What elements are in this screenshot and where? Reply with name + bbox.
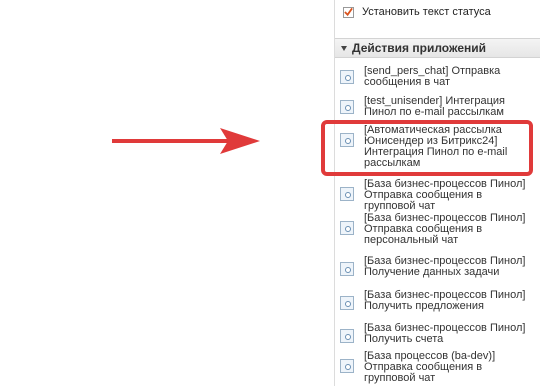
activity-item[interactable]: [test_unisender] Интеграция Пинол по e-m… [335,96,540,119]
activity-item[interactable]: [База бизнес-процессов Пинол] Получить п… [335,290,540,322]
set-status-checkbox[interactable] [343,6,354,18]
right-gutter [540,0,550,386]
section-title: Действия приложений [352,41,487,55]
activity-icon [340,296,354,310]
activity-item[interactable]: [База бизнес-процессов Пинол] Отправка с… [335,213,540,249]
highlight-box [321,120,533,176]
activity-icon [340,100,354,114]
activity-icon [340,262,354,276]
section-header-app-actions[interactable]: Действия приложений [335,38,540,58]
activity-icon [340,221,354,235]
set-status-row[interactable]: Установить текст статуса [343,6,491,18]
canvas-area [0,0,334,386]
activity-label: [База бизнес-процессов Пинол] Получить с… [364,322,526,345]
activity-icon [340,359,354,373]
activity-icon [340,329,354,343]
activity-icon [340,70,354,84]
activity-label: [База бизнес-процессов Пинол] Получение … [364,255,526,278]
activity-item[interactable]: [send_pers_chat] Отправка сообщения в ча… [335,66,540,98]
activity-item[interactable]: [База процессов (ba-dev)] Отправка сообщ… [335,351,540,386]
check-icon [344,7,353,17]
activity-item[interactable]: [База бизнес-процессов Пинол] Получение … [335,256,540,288]
activities-panel: Установить текст статуса Действия прилож… [334,0,541,386]
activity-icon [340,187,354,201]
activity-item[interactable]: [База бизнес-процессов Пинол] Отправка с… [335,179,540,213]
activity-label: [База бизнес-процессов Пинол] Получить п… [364,289,526,312]
activity-label: [test_unisender] Интеграция Пинол по e-m… [364,96,505,118]
activity-label: [send_pers_chat] Отправка сообщения в ча… [364,65,501,88]
activity-label: [База бизнес-процессов Пинол] Отправка с… [364,212,526,246]
set-status-label: Установить текст статуса [362,6,491,18]
activity-label: [База процессов (ba-dev)] Отправка сообщ… [364,350,496,384]
red-arrow-icon [112,128,260,154]
activity-label: [База бизнес-процессов Пинол] Отправка с… [364,178,526,212]
triangle-down-icon [341,45,347,51]
